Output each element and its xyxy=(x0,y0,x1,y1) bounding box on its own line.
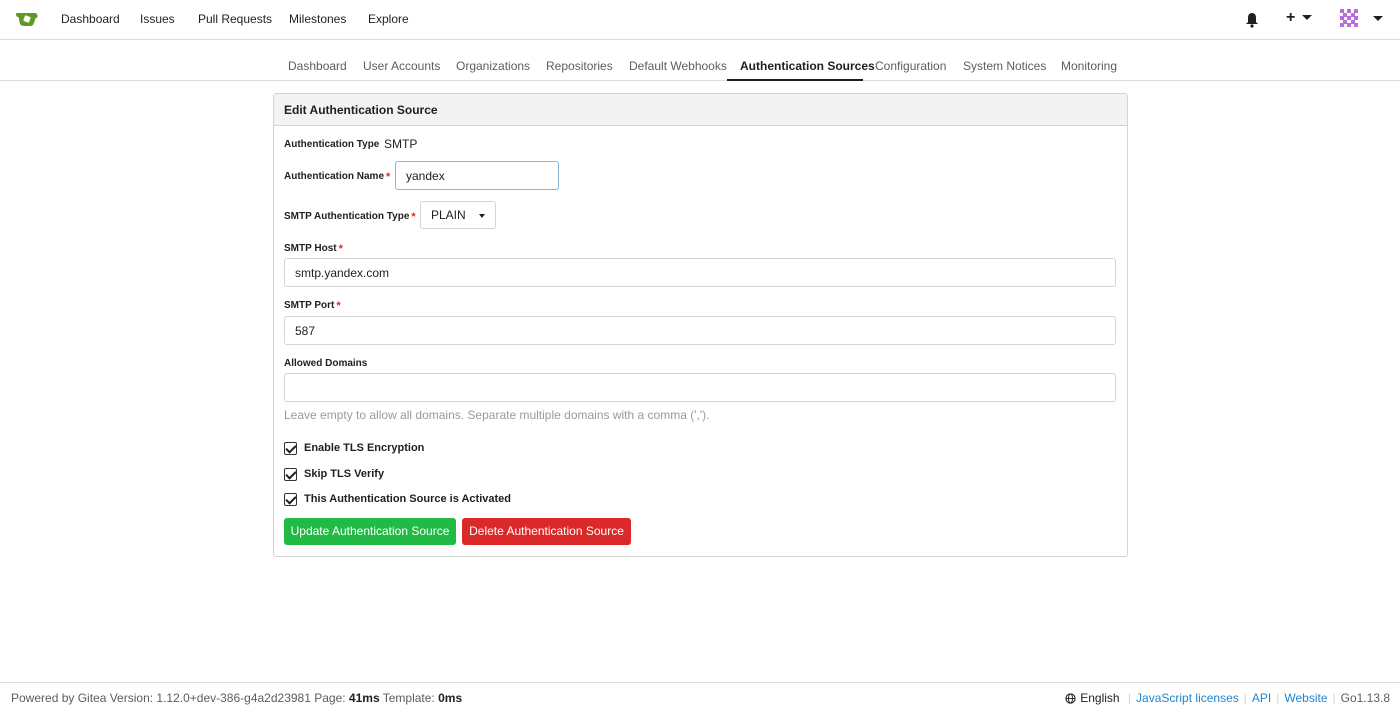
auth-name-label: Authentication Name * xyxy=(284,171,390,183)
footer-links: English | JavaScript licenses | API | Website… xyxy=(1065,691,1390,707)
auth-type-label: Authentication Type xyxy=(284,139,380,150)
gitea-logo-icon[interactable] xyxy=(15,9,39,29)
plus-icon: + xyxy=(1286,9,1296,26)
smtp-auth-type-label-text: SMTP Authentication Type xyxy=(284,211,410,222)
edit-auth-source-panel: Edit Authentication Source Authenticatio… xyxy=(273,93,1128,557)
allowed-domains-help: Leave empty to allow all domains. Separa… xyxy=(284,408,710,422)
tab-configuration[interactable]: Configuration xyxy=(875,59,946,73)
active-tab-indicator xyxy=(727,79,863,81)
tab-authentication-sources[interactable]: Authentication Sources xyxy=(740,59,875,73)
separator: | xyxy=(1243,691,1247,705)
required-mark: * xyxy=(411,211,416,223)
chevron-down-icon xyxy=(1301,15,1312,21)
avatar xyxy=(1340,9,1358,27)
tab-user-accounts[interactable]: User Accounts xyxy=(363,59,440,73)
update-auth-source-button[interactable]: Update Authentication Source xyxy=(284,518,456,545)
footer: Powered by Gitea Version: 1.12.0+dev-386… xyxy=(0,682,1400,713)
create-new-menu[interactable]: + xyxy=(1286,9,1312,27)
auth-type-value: SMTP xyxy=(384,137,418,151)
tab-monitoring[interactable]: Monitoring xyxy=(1061,59,1117,73)
checkbox-checked-icon[interactable] xyxy=(284,468,297,481)
nav-issues[interactable]: Issues xyxy=(140,12,175,26)
nav-explore[interactable]: Explore xyxy=(368,12,409,26)
language-selector[interactable]: English xyxy=(1065,691,1123,705)
panel-title: Edit Authentication Source xyxy=(274,94,1127,126)
auth-name-label-text: Authentication Name xyxy=(284,171,385,182)
bell-icon[interactable] xyxy=(1245,12,1259,31)
required-mark: * xyxy=(338,243,343,255)
language-label: English xyxy=(1080,691,1120,705)
footer-page-time: 41ms xyxy=(348,691,380,705)
separator: | xyxy=(1127,691,1132,705)
enable-tls-label: Enable TLS Encryption xyxy=(304,442,425,454)
smtp-host-label-text: SMTP Host xyxy=(284,243,337,254)
tab-organizations[interactable]: Organizations xyxy=(456,59,530,73)
admin-tab-bar: Dashboard User Accounts Organizations Re… xyxy=(0,41,1400,81)
chevron-down-icon xyxy=(1373,15,1384,21)
website-link[interactable]: Website xyxy=(1284,691,1327,705)
smtp-host-label: SMTP Host * xyxy=(284,243,343,255)
footer-template-text: Template: xyxy=(379,691,439,705)
required-mark: * xyxy=(336,300,341,312)
tab-repositories[interactable]: Repositories xyxy=(546,59,613,73)
auth-name-input[interactable] xyxy=(395,161,559,190)
user-menu[interactable] xyxy=(1340,9,1384,27)
chevron-down-icon xyxy=(479,214,485,218)
go-version: Go1.13.8 xyxy=(1340,691,1390,705)
globe-icon xyxy=(1065,693,1076,707)
smtp-port-label: SMTP Port * xyxy=(284,300,341,312)
allowed-domains-input[interactable] xyxy=(284,373,1116,402)
tab-system-notices[interactable]: System Notices xyxy=(963,59,1046,73)
skip-tls-verify-label: Skip TLS Verify xyxy=(304,468,385,480)
required-mark: * xyxy=(386,171,391,183)
smtp-host-input[interactable] xyxy=(284,258,1116,287)
separator: | xyxy=(1276,691,1280,705)
smtp-auth-type-label: SMTP Authentication Type * xyxy=(284,211,416,223)
nav-milestones[interactable]: Milestones xyxy=(289,12,346,26)
separator: | xyxy=(1332,691,1336,705)
smtp-port-label-text: SMTP Port xyxy=(284,300,335,311)
footer-powered-text: Powered by Gitea Version: 1.12.0+dev-386… xyxy=(11,691,349,705)
top-navbar: Dashboard Issues Pull Requests Milestone… xyxy=(0,0,1400,40)
smtp-port-input[interactable] xyxy=(284,316,1116,345)
delete-auth-source-button[interactable]: Delete Authentication Source xyxy=(462,518,631,545)
allowed-domains-label: Allowed Domains xyxy=(284,358,368,369)
footer-version-info: Powered by Gitea Version: 1.12.0+dev-386… xyxy=(11,691,462,705)
tab-default-webhooks[interactable]: Default Webhooks xyxy=(629,59,727,73)
footer-template-time: 0ms xyxy=(438,691,463,705)
api-link[interactable]: API xyxy=(1252,691,1271,705)
smtp-auth-type-value: PLAIN xyxy=(431,208,466,222)
activated-label: This Authentication Source is Activated xyxy=(304,493,511,505)
checkbox-checked-icon[interactable] xyxy=(284,493,297,506)
checkbox-checked-icon[interactable] xyxy=(284,442,297,455)
nav-dashboard[interactable]: Dashboard xyxy=(61,12,120,26)
tab-dashboard[interactable]: Dashboard xyxy=(288,59,347,73)
nav-pull-requests[interactable]: Pull Requests xyxy=(198,12,272,26)
js-licenses-link[interactable]: JavaScript licenses xyxy=(1136,691,1239,705)
smtp-auth-type-select[interactable]: PLAIN xyxy=(420,201,496,229)
